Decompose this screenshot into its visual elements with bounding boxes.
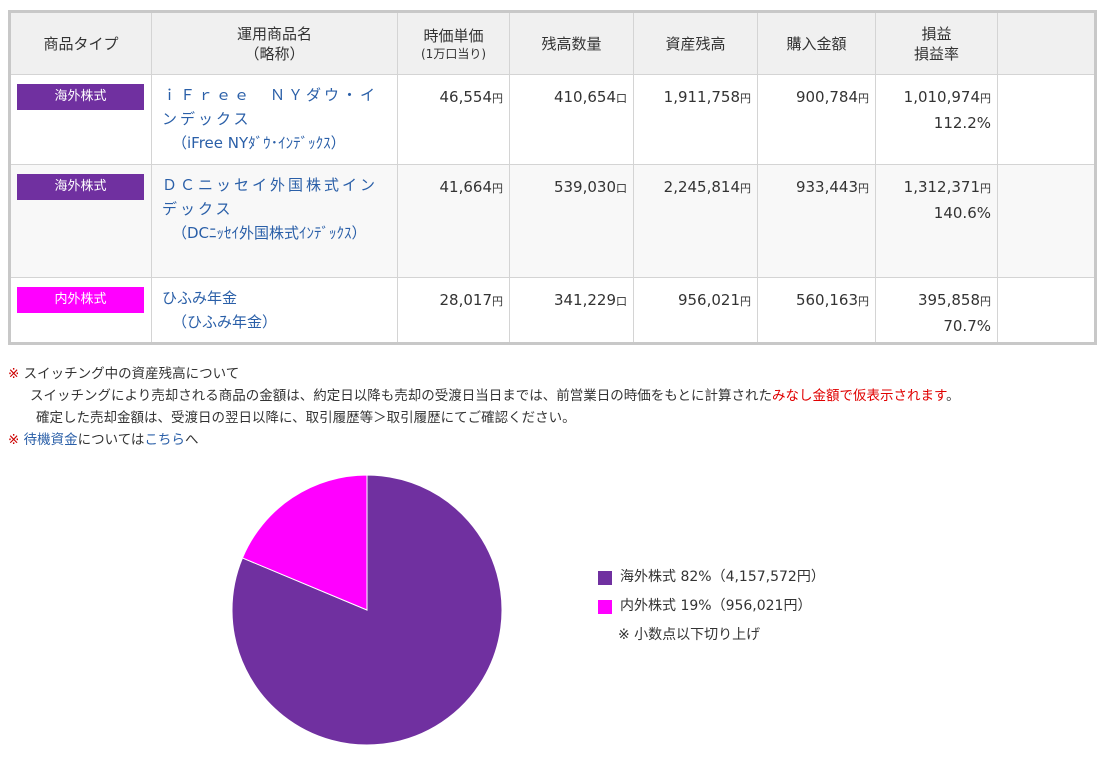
holdings-table: 商品タイプ 運用商品名 （略称） 時価単価 (1万口当り) 残高数量 資産残高 … xyxy=(8,10,1097,345)
header-blank xyxy=(997,11,1096,75)
note-mark: ※ xyxy=(8,366,20,382)
rounding-footnote: ※ 小数点以下切り上げ xyxy=(618,627,761,643)
fund-name-link[interactable]: ひふみ年金 xyxy=(162,286,389,310)
units-cell: 341,229口 xyxy=(509,277,634,344)
here-link[interactable]: こちら xyxy=(144,432,185,448)
switching-line2-text: 確定した売却金額は、受渡日の翌日以降に、取引履歴等＞取引履歴にてご確認ください。 xyxy=(36,410,576,426)
legend-label: 海外株式 82%（4,157,572円） xyxy=(620,569,825,585)
notes: ※ スイッチング中の資産残高について スイッチングにより売却される商品の金額は、… xyxy=(8,363,1098,451)
fund-name-link[interactable]: ＤＣニッセイ外国株式インデックス xyxy=(162,173,389,221)
assets-cell: 956,021円 xyxy=(633,277,758,344)
header-name: 運用商品名 （略称） xyxy=(151,11,398,75)
legend-swatch xyxy=(598,599,612,614)
pl-rate: 70.7% xyxy=(943,317,991,335)
page: 商品タイプ 運用商品名 （略称） 時価単価 (1万口当り) 残高数量 資産残高 … xyxy=(0,0,1103,779)
fund-short-name[interactable]: （DCﾆｯｾｲ外国株式ｲﾝﾃﾞｯｸｽ） xyxy=(162,221,389,245)
units-cell: 410,654口 xyxy=(509,74,634,165)
blank-cell xyxy=(997,74,1096,165)
type-cell: 海外株式 xyxy=(9,164,152,278)
pl-rate: 140.6% xyxy=(933,204,991,222)
legend-item: 海外株式 82%（4,157,572円） xyxy=(598,563,825,592)
type-badge: 海外株式 xyxy=(17,84,144,110)
here-suffix: へ xyxy=(184,432,199,448)
header-units: 残高数量 xyxy=(509,11,634,75)
assets-cell: 1,911,758円 xyxy=(633,74,758,165)
pl-rate: 112.2% xyxy=(933,114,991,132)
blank-cell xyxy=(997,277,1096,344)
standby-note: ※ 待機資金についてはこちらへ xyxy=(8,429,1098,451)
header-price: 時価単価 (1万口当り) xyxy=(397,11,510,75)
table-row: 海外株式 ｉＦｒｅｅ ＮＹダウ・インデックス （iFree NYﾀﾞｳ･ｲﾝﾃﾞ… xyxy=(9,74,1096,165)
provisional-amount-text: みなし金額で仮表示されます xyxy=(771,388,947,404)
legend-swatch xyxy=(598,570,612,585)
header-purchase: 購入金額 xyxy=(757,11,876,75)
fund-short-name[interactable]: （iFree NYﾀﾞｳ･ｲﾝﾃﾞｯｸｽ） xyxy=(162,131,389,155)
chart-legend: 海外株式 82%（4,157,572円） 内外株式 19%（956,021円） … xyxy=(598,563,825,650)
price-cell: 46,554円 xyxy=(397,74,510,165)
assets-cell: 2,245,814円 xyxy=(633,164,758,278)
purchase-cell: 560,163円 xyxy=(757,277,876,344)
type-badge: 内外株式 xyxy=(17,287,144,313)
switching-note-title: ※ スイッチング中の資産残高について xyxy=(8,363,1098,385)
fund-short-name[interactable]: （ひふみ年金） xyxy=(162,310,389,334)
type-cell: 内外株式 xyxy=(9,277,152,344)
units-cell: 539,030口 xyxy=(509,164,634,278)
allocation-pie-chart xyxy=(231,474,503,746)
pl-cell: 1,010,974円 112.2% xyxy=(875,74,998,165)
type-cell: 海外株式 xyxy=(9,74,152,165)
pl-cell: 1,312,371円 140.6% xyxy=(875,164,998,278)
price-cell: 28,017円 xyxy=(397,277,510,344)
pl-cell: 395,858円 70.7% xyxy=(875,277,998,344)
purchase-cell: 933,443円 xyxy=(757,164,876,278)
purchase-cell: 900,784円 xyxy=(757,74,876,165)
fund-name-cell: ＤＣニッセイ外国株式インデックス （DCﾆｯｾｲ外国株式ｲﾝﾃﾞｯｸｽ） xyxy=(151,164,398,278)
switching-line1-text: スイッチングにより売却される商品の金額は、約定日以降も売却の受渡日当日までは、前… xyxy=(30,388,772,404)
switching-note-line2: 確定した売却金額は、受渡日の翌日以降に、取引履歴等＞取引履歴にてご確認ください。 xyxy=(8,407,1098,429)
table-row: 内外株式 ひふみ年金 （ひふみ年金） 28,017円 341,229口 956,… xyxy=(9,277,1096,344)
legend-label: 内外株式 19%（956,021円） xyxy=(620,598,812,614)
header-assets: 資産残高 xyxy=(633,11,758,75)
note-mark: ※ xyxy=(8,432,20,448)
switching-note-line1: スイッチングにより売却される商品の金額は、約定日以降も売却の受渡日当日までは、前… xyxy=(8,385,1098,407)
blank-cell xyxy=(997,164,1096,278)
fund-name-cell: ｉＦｒｅｅ ＮＹダウ・インデックス （iFree NYﾀﾞｳ･ｲﾝﾃﾞｯｸｽ） xyxy=(151,74,398,165)
standby-funds-link[interactable]: 待機資金 xyxy=(24,432,78,448)
price-cell: 41,664円 xyxy=(397,164,510,278)
switching-title-text: スイッチング中の資産残高について xyxy=(23,366,240,382)
header-pl: 損益 損益率 xyxy=(875,11,998,75)
switching-line1-end: 。 xyxy=(946,388,960,404)
header-type: 商品タイプ xyxy=(9,11,152,75)
standby-text: については xyxy=(77,432,145,448)
fund-name-cell: ひふみ年金 （ひふみ年金） xyxy=(151,277,398,344)
fund-name-link[interactable]: ｉＦｒｅｅ ＮＹダウ・インデックス xyxy=(162,83,389,131)
table-header-row: 商品タイプ 運用商品名 （略称） 時価単価 (1万口当り) 残高数量 資産残高 … xyxy=(9,11,1096,75)
type-badge: 海外株式 xyxy=(17,174,144,200)
legend-item: 内外株式 19%（956,021円） xyxy=(598,592,825,621)
table-row: 海外株式 ＤＣニッセイ外国株式インデックス （DCﾆｯｾｲ外国株式ｲﾝﾃﾞｯｸｽ… xyxy=(9,164,1096,278)
